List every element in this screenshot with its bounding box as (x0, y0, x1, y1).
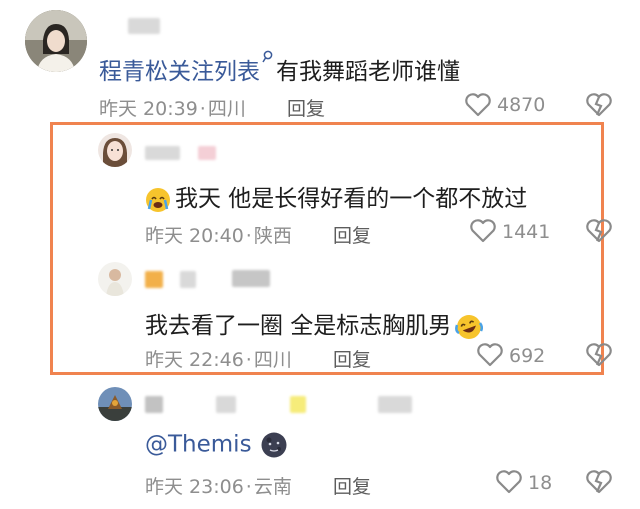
username-blur (128, 18, 160, 34)
username-blur (198, 146, 216, 160)
reply-button[interactable]: 回复 (333, 221, 371, 248)
location: 云南 (253, 476, 292, 498)
reply-button[interactable]: 回复 (333, 345, 371, 372)
like-icon[interactable] (495, 470, 523, 494)
like-icon[interactable] (469, 219, 497, 243)
user-mention[interactable]: @Themis (145, 432, 252, 458)
comment-meta: 昨天 20:39 · 四川 (99, 98, 246, 120)
comment-meta: 昨天 22:46 · 四川 (145, 349, 292, 371)
comment-meta: 昨天 20:40 · 陕西 (145, 225, 292, 247)
comment-text: 我天 他是长得好看的一个都不放过 (145, 179, 527, 213)
like-count: 18 (528, 472, 553, 494)
location: 陕西 (253, 225, 292, 247)
moon-face-emoji-icon (260, 431, 288, 459)
location: 四川 (207, 98, 246, 120)
timestamp: 昨天 20:40 (145, 225, 244, 247)
timestamp: 昨天 22:46 (145, 349, 244, 371)
dislike-icon[interactable] (585, 219, 613, 243)
username-blur (180, 271, 196, 288)
username-blur (145, 396, 163, 413)
location: 四川 (253, 349, 292, 371)
dislike-icon[interactable] (585, 470, 613, 494)
comment-text: 程青松关注列表 有我舞蹈老师谁懂 (99, 50, 460, 86)
like-icon[interactable] (476, 343, 504, 367)
comment-meta: 昨天 23:06 · 云南 (145, 476, 292, 498)
comment-text: 我去看了一圈 全是标志胸肌男 (145, 306, 484, 341)
dislike-icon[interactable] (585, 93, 613, 117)
reply-button[interactable]: 回复 (287, 94, 325, 121)
comment-body: 有我舞蹈老师谁懂 (276, 59, 460, 85)
reply-button[interactable]: 回复 (333, 472, 371, 499)
like-count: 1441 (502, 221, 551, 243)
username-blur (378, 396, 412, 413)
username-blur (232, 270, 270, 287)
like-icon[interactable] (464, 93, 492, 117)
username-blur (145, 146, 180, 160)
avatar[interactable] (98, 387, 132, 421)
mention-link[interactable]: 程青松关注列表 (99, 59, 260, 85)
crying-emoji-icon (145, 187, 171, 213)
avatar[interactable] (25, 10, 87, 72)
timestamp: 昨天 20:39 (99, 98, 198, 120)
dislike-icon[interactable] (585, 343, 613, 367)
username-blur (145, 271, 163, 288)
laughing-crying-emoji-icon (455, 313, 484, 341)
comment-body: 我去看了一圈 全是标志胸肌男 (145, 313, 452, 339)
comment-body: 我天 他是长得好看的一个都不放过 (175, 186, 528, 212)
username-blur (290, 396, 306, 413)
timestamp: 昨天 23:06 (145, 476, 244, 498)
username-blur (216, 396, 236, 413)
like-count: 4870 (497, 94, 546, 116)
avatar[interactable] (98, 133, 132, 167)
avatar[interactable] (98, 262, 132, 296)
comment-text: @Themis (145, 431, 288, 459)
like-count: 692 (509, 345, 546, 367)
search-icon (262, 50, 274, 64)
